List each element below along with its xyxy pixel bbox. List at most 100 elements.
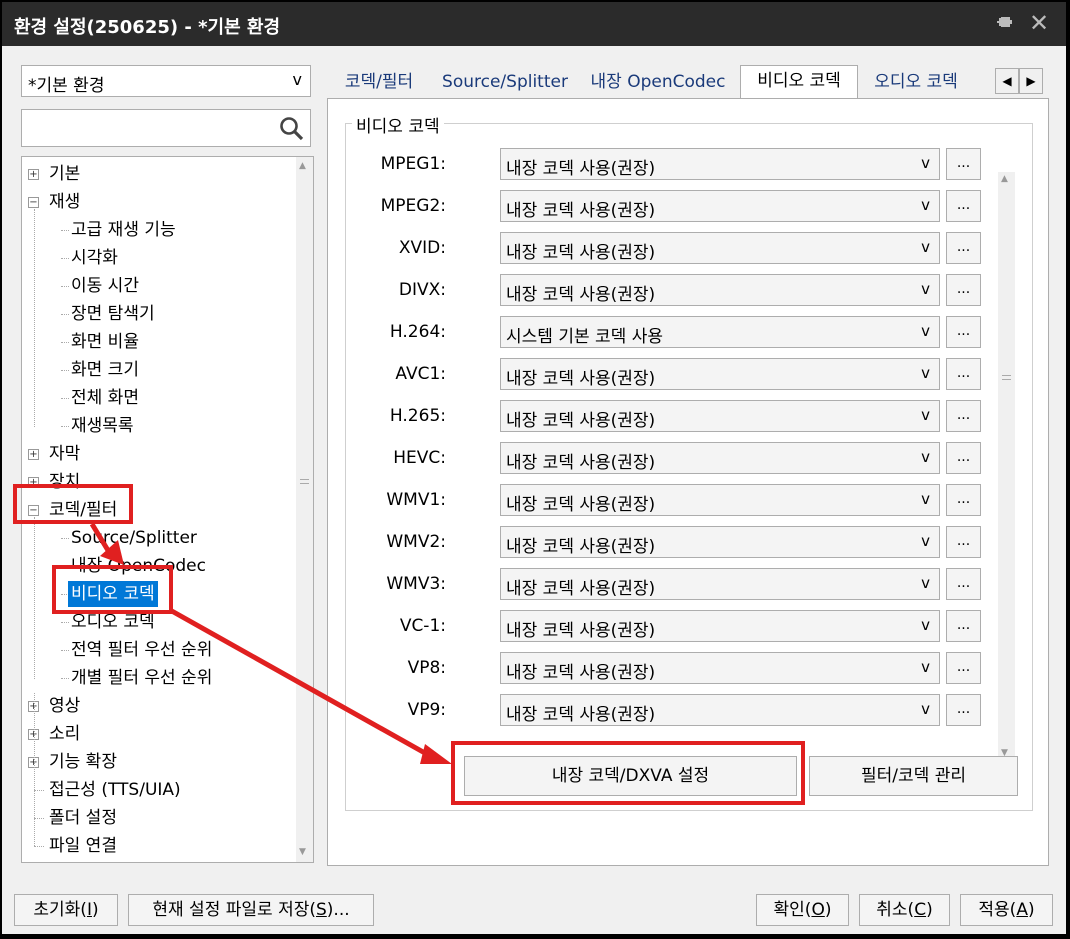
tree-item[interactable]: 파일 연결	[46, 833, 120, 859]
tree-scrollbar[interactable]: ▲ ▼	[296, 157, 313, 862]
collapse-icon[interactable]: −	[28, 197, 39, 208]
codec-more-button[interactable]: ...	[946, 274, 981, 306]
tree-item[interactable]: 기본	[46, 161, 83, 187]
codec-dropdown-value: 내장 코덱 사용(권장)	[506, 579, 656, 599]
tree-item[interactable]: 비디오 코덱	[68, 581, 158, 607]
reset-button[interactable]: 초기화(I)	[14, 894, 118, 926]
tree-item[interactable]: 접근성 (TTS/UIA)	[46, 777, 184, 803]
apply-close-paren: )	[1027, 900, 1035, 920]
codec-row: VC-1: 내장 코덱 사용(권장) v...	[346, 610, 996, 642]
tree-item[interactable]: 재생목록	[68, 413, 137, 439]
tree-item-label: 기본	[49, 164, 81, 184]
codec-more-button[interactable]: ...	[946, 526, 981, 558]
tree-item[interactable]: 자막	[46, 441, 83, 467]
tree-item[interactable]: 영상	[46, 693, 83, 719]
tree-item[interactable]: 재생	[46, 189, 83, 215]
tree-item[interactable]: 고급 재생 기능	[68, 217, 179, 243]
codec-more-button[interactable]: ...	[946, 694, 981, 726]
scroll-up-icon[interactable]: ▲	[299, 161, 306, 171]
expand-icon[interactable]: +	[28, 169, 39, 180]
collapse-icon[interactable]: −	[28, 505, 39, 516]
codec-dropdown[interactable]: 내장 코덱 사용(권장) v	[500, 400, 940, 432]
tab[interactable]: 코덱/필터	[327, 67, 431, 99]
codec-dropdown[interactable]: 내장 코덱 사용(권장) v	[500, 274, 940, 306]
tree-item[interactable]: 소리	[46, 721, 83, 747]
search-icon[interactable]	[279, 116, 305, 142]
codec-dropdown[interactable]: 내장 코덱 사용(권장) v	[500, 568, 940, 600]
expand-icon[interactable]: +	[28, 477, 39, 488]
codec-more-button[interactable]: ...	[946, 148, 981, 180]
codec-list-scrollbar[interactable]: ▲ ▼	[998, 172, 1015, 762]
tab-next-button[interactable]: ▶	[1019, 68, 1043, 94]
codec-more-button[interactable]: ...	[946, 316, 981, 348]
codec-more-button[interactable]: ...	[946, 568, 981, 600]
chevron-down-icon: v	[921, 616, 930, 634]
codec-label: WMV3:	[386, 574, 446, 594]
tab[interactable]: 내장 OpenCodec	[580, 67, 736, 99]
codec-more-button[interactable]: ...	[946, 610, 981, 642]
expand-icon[interactable]: +	[28, 449, 39, 460]
codec-more-button[interactable]: ...	[946, 400, 981, 432]
tab[interactable]: Source/Splitter	[435, 67, 575, 99]
tree-item[interactable]: 전역 필터 우선 순위	[68, 637, 215, 663]
tree-item-label: 비디오 코덱	[68, 581, 158, 607]
scroll-down-icon[interactable]: ▼	[299, 847, 306, 857]
tab-prev-button[interactable]: ◀	[995, 68, 1019, 94]
tree-item[interactable]: Source/Splitter	[68, 525, 200, 551]
scrollbar-grip[interactable]	[300, 479, 309, 484]
settings-tree[interactable]: ▲ ▼ + 기본 − 재생 고급 재생 기능 시각화 이동 시간 장면 탐색기 화면 비율 화면 …	[21, 156, 314, 863]
codec-dropdown[interactable]: 내장 코덱 사용(권장) v	[500, 190, 940, 222]
tree-item[interactable]: 오디오 코덱	[68, 609, 158, 635]
codec-dropdown[interactable]: 내장 코덱 사용(권장) v	[500, 358, 940, 390]
tab[interactable]: 오디오 코덱	[860, 67, 972, 99]
codec-dropdown[interactable]: 내장 코덱 사용(권장) v	[500, 694, 940, 726]
codec-more-button[interactable]: ...	[946, 190, 981, 222]
filter-codec-manage-button[interactable]: 필터/코덱 관리	[809, 756, 1018, 796]
tree-item[interactable]: 장치	[46, 469, 83, 495]
codec-dropdown[interactable]: 내장 코덱 사용(권장) v	[500, 148, 940, 180]
tree-item[interactable]: 폴더 설정	[46, 805, 120, 831]
tree-item[interactable]: 기능 확장	[46, 749, 120, 775]
codec-more-button[interactable]: ...	[946, 652, 981, 684]
dxva-settings-button[interactable]: 내장 코덱/DXVA 설정	[464, 756, 797, 796]
codec-more-button[interactable]: ...	[946, 358, 981, 390]
close-icon[interactable]: ✕	[1027, 11, 1051, 35]
profile-dropdown[interactable]: *기본 환경 v	[21, 65, 311, 97]
tree-item[interactable]: 시각화	[68, 245, 121, 271]
codec-more-button[interactable]: ...	[946, 232, 981, 264]
search-input[interactable]	[21, 109, 311, 147]
cancel-button[interactable]: 취소(C)	[859, 894, 950, 926]
save-to-file-button[interactable]: 현재 설정 파일로 저장(S)...	[128, 894, 374, 926]
scrollbar-grip[interactable]	[1002, 375, 1011, 380]
tree-item[interactable]: 전체 화면	[68, 385, 142, 411]
tree-item[interactable]: 장면 탐색기	[68, 301, 158, 327]
tree-item-label: 고급 재생 기능	[71, 220, 176, 240]
pin-icon[interactable]	[992, 14, 1014, 36]
tree-item-label: 코덱/필터	[49, 500, 118, 520]
codec-label: WMV1:	[386, 490, 446, 510]
apply-button[interactable]: 적용(A)	[960, 894, 1053, 926]
codec-dropdown[interactable]: 내장 코덱 사용(권장) v	[500, 526, 940, 558]
tree-item[interactable]: 코덱/필터	[46, 497, 120, 523]
tree-item[interactable]: 내장 OpenCodec	[68, 553, 209, 579]
codec-dropdown[interactable]: 내장 코덱 사용(권장) v	[500, 232, 940, 264]
ok-button[interactable]: 확인(O)	[756, 894, 849, 926]
tree-item[interactable]: 화면 비율	[68, 329, 142, 355]
codec-dropdown[interactable]: 시스템 기본 코덱 사용 v	[500, 316, 940, 348]
tab[interactable]: 비디오 코덱	[740, 65, 858, 100]
codec-dropdown[interactable]: 내장 코덱 사용(권장) v	[500, 652, 940, 684]
codec-dropdown[interactable]: 내장 코덱 사용(권장) v	[500, 484, 940, 516]
tree-item[interactable]: 이동 시간	[68, 273, 142, 299]
tree-item[interactable]: 개별 필터 우선 순위	[68, 665, 215, 691]
scroll-up-icon[interactable]: ▲	[1001, 174, 1008, 184]
tree-connector	[34, 846, 44, 847]
tree-item-label: 화면 크기	[71, 360, 139, 380]
codec-dropdown[interactable]: 내장 코덱 사용(권장) v	[500, 442, 940, 474]
codec-more-button[interactable]: ...	[946, 442, 981, 474]
cancel-close-paren: )	[926, 900, 933, 920]
codec-dropdown[interactable]: 내장 코덱 사용(권장) v	[500, 610, 940, 642]
tree-item[interactable]: 화면 크기	[68, 357, 142, 383]
save-shortcut: S	[315, 900, 327, 920]
codec-label: VP9:	[407, 700, 446, 720]
codec-more-button[interactable]: ...	[946, 484, 981, 516]
